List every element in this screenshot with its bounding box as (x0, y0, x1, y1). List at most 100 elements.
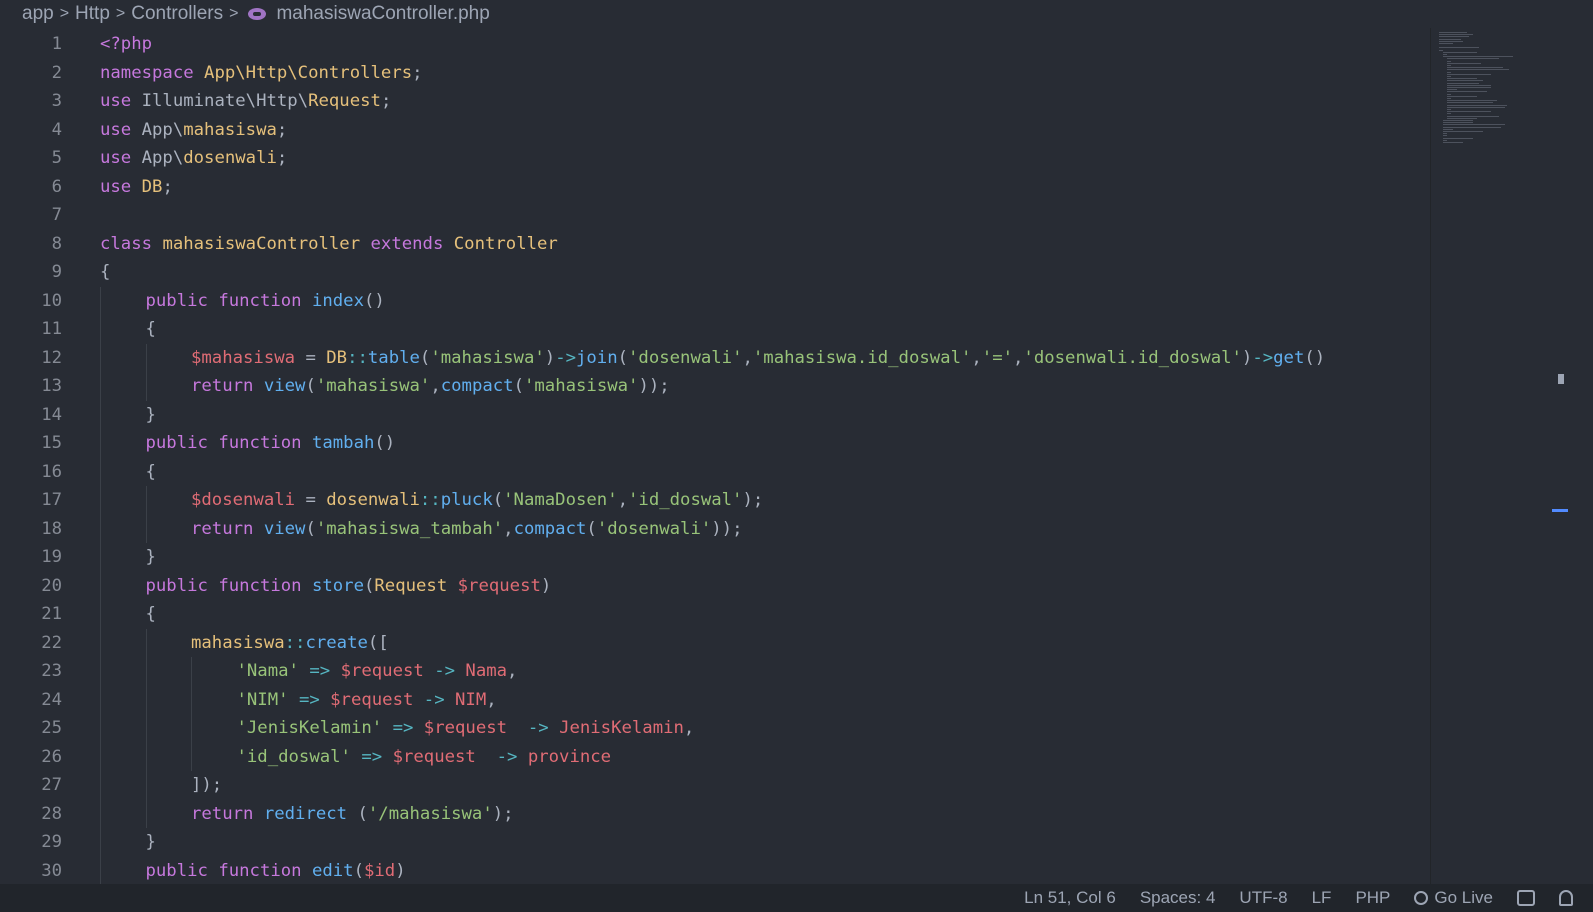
code-token: ( (617, 347, 629, 368)
code-line[interactable]: 25 'JenisKelamin' => $request -> JenisKel… (0, 714, 1450, 743)
line-number: 28 (41, 803, 62, 824)
breadcrumb-item-app[interactable]: app (22, 3, 54, 25)
code-line[interactable]: 21 { (0, 600, 1450, 629)
indent-guide (100, 372, 101, 401)
code-token: => (298, 689, 320, 710)
file-encoding[interactable]: UTF-8 (1239, 888, 1287, 908)
code-line[interactable]: 12 $mahasiswa = DB::table('mahasiswa')->j… (0, 343, 1450, 372)
minimap-line (1447, 117, 1477, 119)
minimap-line (1447, 111, 1491, 113)
line-number: 30 (41, 860, 62, 881)
code-line[interactable]: 13 return view('mahasiswa',compact('mahas… (0, 372, 1450, 401)
minimap-line (1447, 71, 1451, 73)
vertical-scrollbar[interactable] (1552, 28, 1568, 884)
breadcrumb-item-file[interactable]: mahasiswaController.php (276, 3, 489, 25)
code-text: public function edit($id) (146, 857, 406, 885)
code-token: namespace (100, 62, 205, 83)
code-line[interactable]: 29} (0, 828, 1450, 857)
minimap[interactable] (1430, 28, 1553, 884)
indent-guide (100, 514, 101, 543)
code-line[interactable]: 5 use App\dosenwali; (0, 144, 1450, 173)
code-line[interactable]: 26 'id_doswal' => $request -> province (0, 742, 1450, 771)
code-token: } (145, 404, 156, 425)
code-text: 'Nama' => $request -> Nama, (237, 657, 518, 686)
language-mode[interactable]: PHP (1355, 888, 1390, 908)
indent-guide (145, 372, 147, 401)
code-token: 'mahasiswa' (523, 376, 639, 396)
code-token: ) (540, 575, 552, 596)
broadcast-icon (1414, 891, 1429, 905)
code-line[interactable]: 22 mahasiswa::create([ (0, 628, 1450, 658)
code-line[interactable]: 2 namespace App\Http\Controllers; (0, 59, 1450, 88)
minimap-line (1439, 47, 1479, 49)
code-token: , (1013, 347, 1024, 368)
code-token: 'NIM' (236, 689, 289, 710)
php-elephant-icon (248, 8, 267, 20)
code-line[interactable]: 20 public function store(Request $request… (0, 571, 1450, 600)
code-editor[interactable]: 1 <?php 2 namespace App\Http\Controllers; 3 u… (0, 30, 1450, 884)
indent-guide (100, 657, 101, 686)
code-token: use (100, 91, 142, 111)
go-live-button[interactable]: Go Live (1414, 888, 1493, 908)
code-text: use Illuminate\Http\Request; (100, 87, 391, 116)
indent-guide (100, 771, 101, 800)
code-line[interactable]: 19} (0, 543, 1450, 572)
code-token: ; (276, 148, 288, 168)
code-token: { (100, 262, 111, 282)
code-line[interactable]: 14} (0, 400, 1450, 429)
code-token: $dosenwali (191, 490, 296, 510)
end-of-line[interactable]: LF (1312, 888, 1332, 908)
code-line[interactable]: 7 (0, 201, 1450, 230)
breadcrumb-item-http[interactable]: Http (75, 3, 110, 25)
minimap-line (1443, 126, 1501, 128)
code-line[interactable]: 6 use DB; (0, 173, 1450, 202)
code-token: '/mahasiswa' (367, 803, 493, 824)
code-token: tambah (311, 433, 375, 453)
code-token: extends (370, 233, 454, 254)
minimap-line (1447, 102, 1493, 104)
code-line[interactable]: 3 use Illuminate\Http\Request; (0, 87, 1450, 116)
code-line[interactable]: 15 public function tambah() (0, 429, 1450, 458)
minimap-line (1443, 139, 1447, 141)
code-token: DB (326, 347, 348, 368)
code-token: province (527, 746, 612, 767)
minimap-line (1447, 67, 1503, 69)
code-line[interactable]: 11 { (0, 315, 1450, 344)
code-token: view (263, 376, 306, 396)
code-line[interactable]: 17 $dosenwali = dosenwali::pluck('NamaDos… (0, 486, 1450, 515)
code-token: $id (364, 860, 396, 881)
code-line[interactable]: 10 public function index() (0, 286, 1450, 315)
minimap-line (1447, 65, 1451, 66)
code-token: $request (330, 689, 414, 710)
code-line[interactable]: 4 use App\mahasiswa; (0, 116, 1450, 145)
code-text: mahasiswa::create([ (191, 629, 389, 658)
code-token: use (100, 148, 142, 168)
code-token: mahasiswa (183, 119, 277, 140)
code-line[interactable]: 24 'NIM' => $request -> NIM, (0, 685, 1450, 714)
cursor-position[interactable]: Ln 51, Col 6 (1024, 888, 1116, 908)
code-line[interactable]: 18 return view('mahasiswa_tambah',compact… (0, 514, 1450, 543)
code-line[interactable]: 16 { (0, 457, 1450, 486)
notifications-button[interactable] (1559, 890, 1573, 906)
feedback-button[interactable] (1517, 890, 1535, 906)
minimap-line (1447, 76, 1451, 77)
code-line[interactable]: 9{ (0, 258, 1450, 287)
scrollbar-marker (1558, 374, 1564, 384)
line-number: 16 (41, 461, 62, 482)
code-line[interactable]: 27]); (0, 771, 1450, 800)
code-line[interactable]: 23 'Nama' => $request -> Nama, (0, 657, 1450, 686)
code-token: Controller (453, 233, 558, 254)
code-line[interactable]: 28 return redirect ('/mahasiswa'); (0, 799, 1450, 828)
minimap-line (1447, 106, 1505, 108)
minimap-line (1447, 80, 1483, 82)
breadcrumb-item-controllers[interactable]: Controllers (131, 3, 223, 25)
code-line[interactable]: 1 <?php (0, 30, 1450, 59)
indentation-setting[interactable]: Spaces: 4 (1140, 888, 1216, 908)
minimap-line (1447, 82, 1479, 84)
code-token: ([ (367, 632, 389, 653)
code-line[interactable]: 30 public function edit($id) (0, 856, 1450, 885)
code-line[interactable]: 8 class mahasiswaController extends Contr… (0, 230, 1450, 259)
